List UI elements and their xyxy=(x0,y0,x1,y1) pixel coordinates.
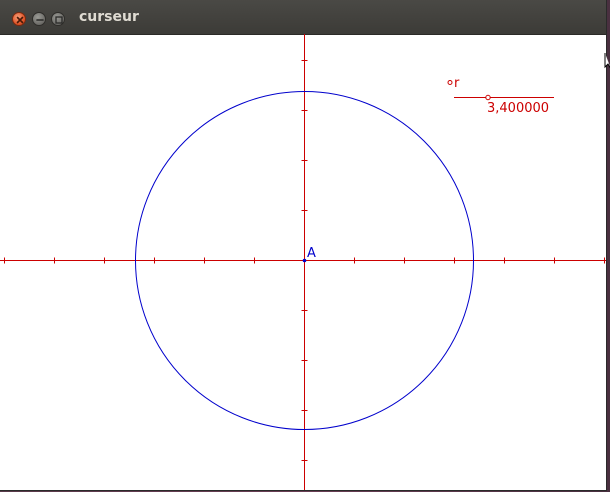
drawing-canvas[interactable]: A r 3,400000 xyxy=(0,34,606,490)
title-bar[interactable]: curseur xyxy=(0,0,606,35)
point-a-label: A xyxy=(307,246,316,261)
close-button[interactable] xyxy=(12,12,26,26)
mouse-cursor-icon xyxy=(604,53,610,69)
minimize-button[interactable] xyxy=(32,12,46,26)
maximize-icon xyxy=(55,16,63,24)
slider-value: 3,400000 xyxy=(487,101,549,116)
slider-handle[interactable] xyxy=(485,94,491,101)
slider-name-marker xyxy=(447,80,453,85)
close-icon xyxy=(16,16,24,24)
window-title: curseur xyxy=(79,9,139,25)
minimize-icon xyxy=(36,19,44,21)
point-a[interactable] xyxy=(302,258,307,263)
slider-name-label: r xyxy=(454,76,460,91)
maximize-button[interactable] xyxy=(51,12,65,26)
app-window: curseur A r 3,400000 xyxy=(0,0,606,490)
slider-r[interactable]: r 3,400000 xyxy=(447,76,554,116)
